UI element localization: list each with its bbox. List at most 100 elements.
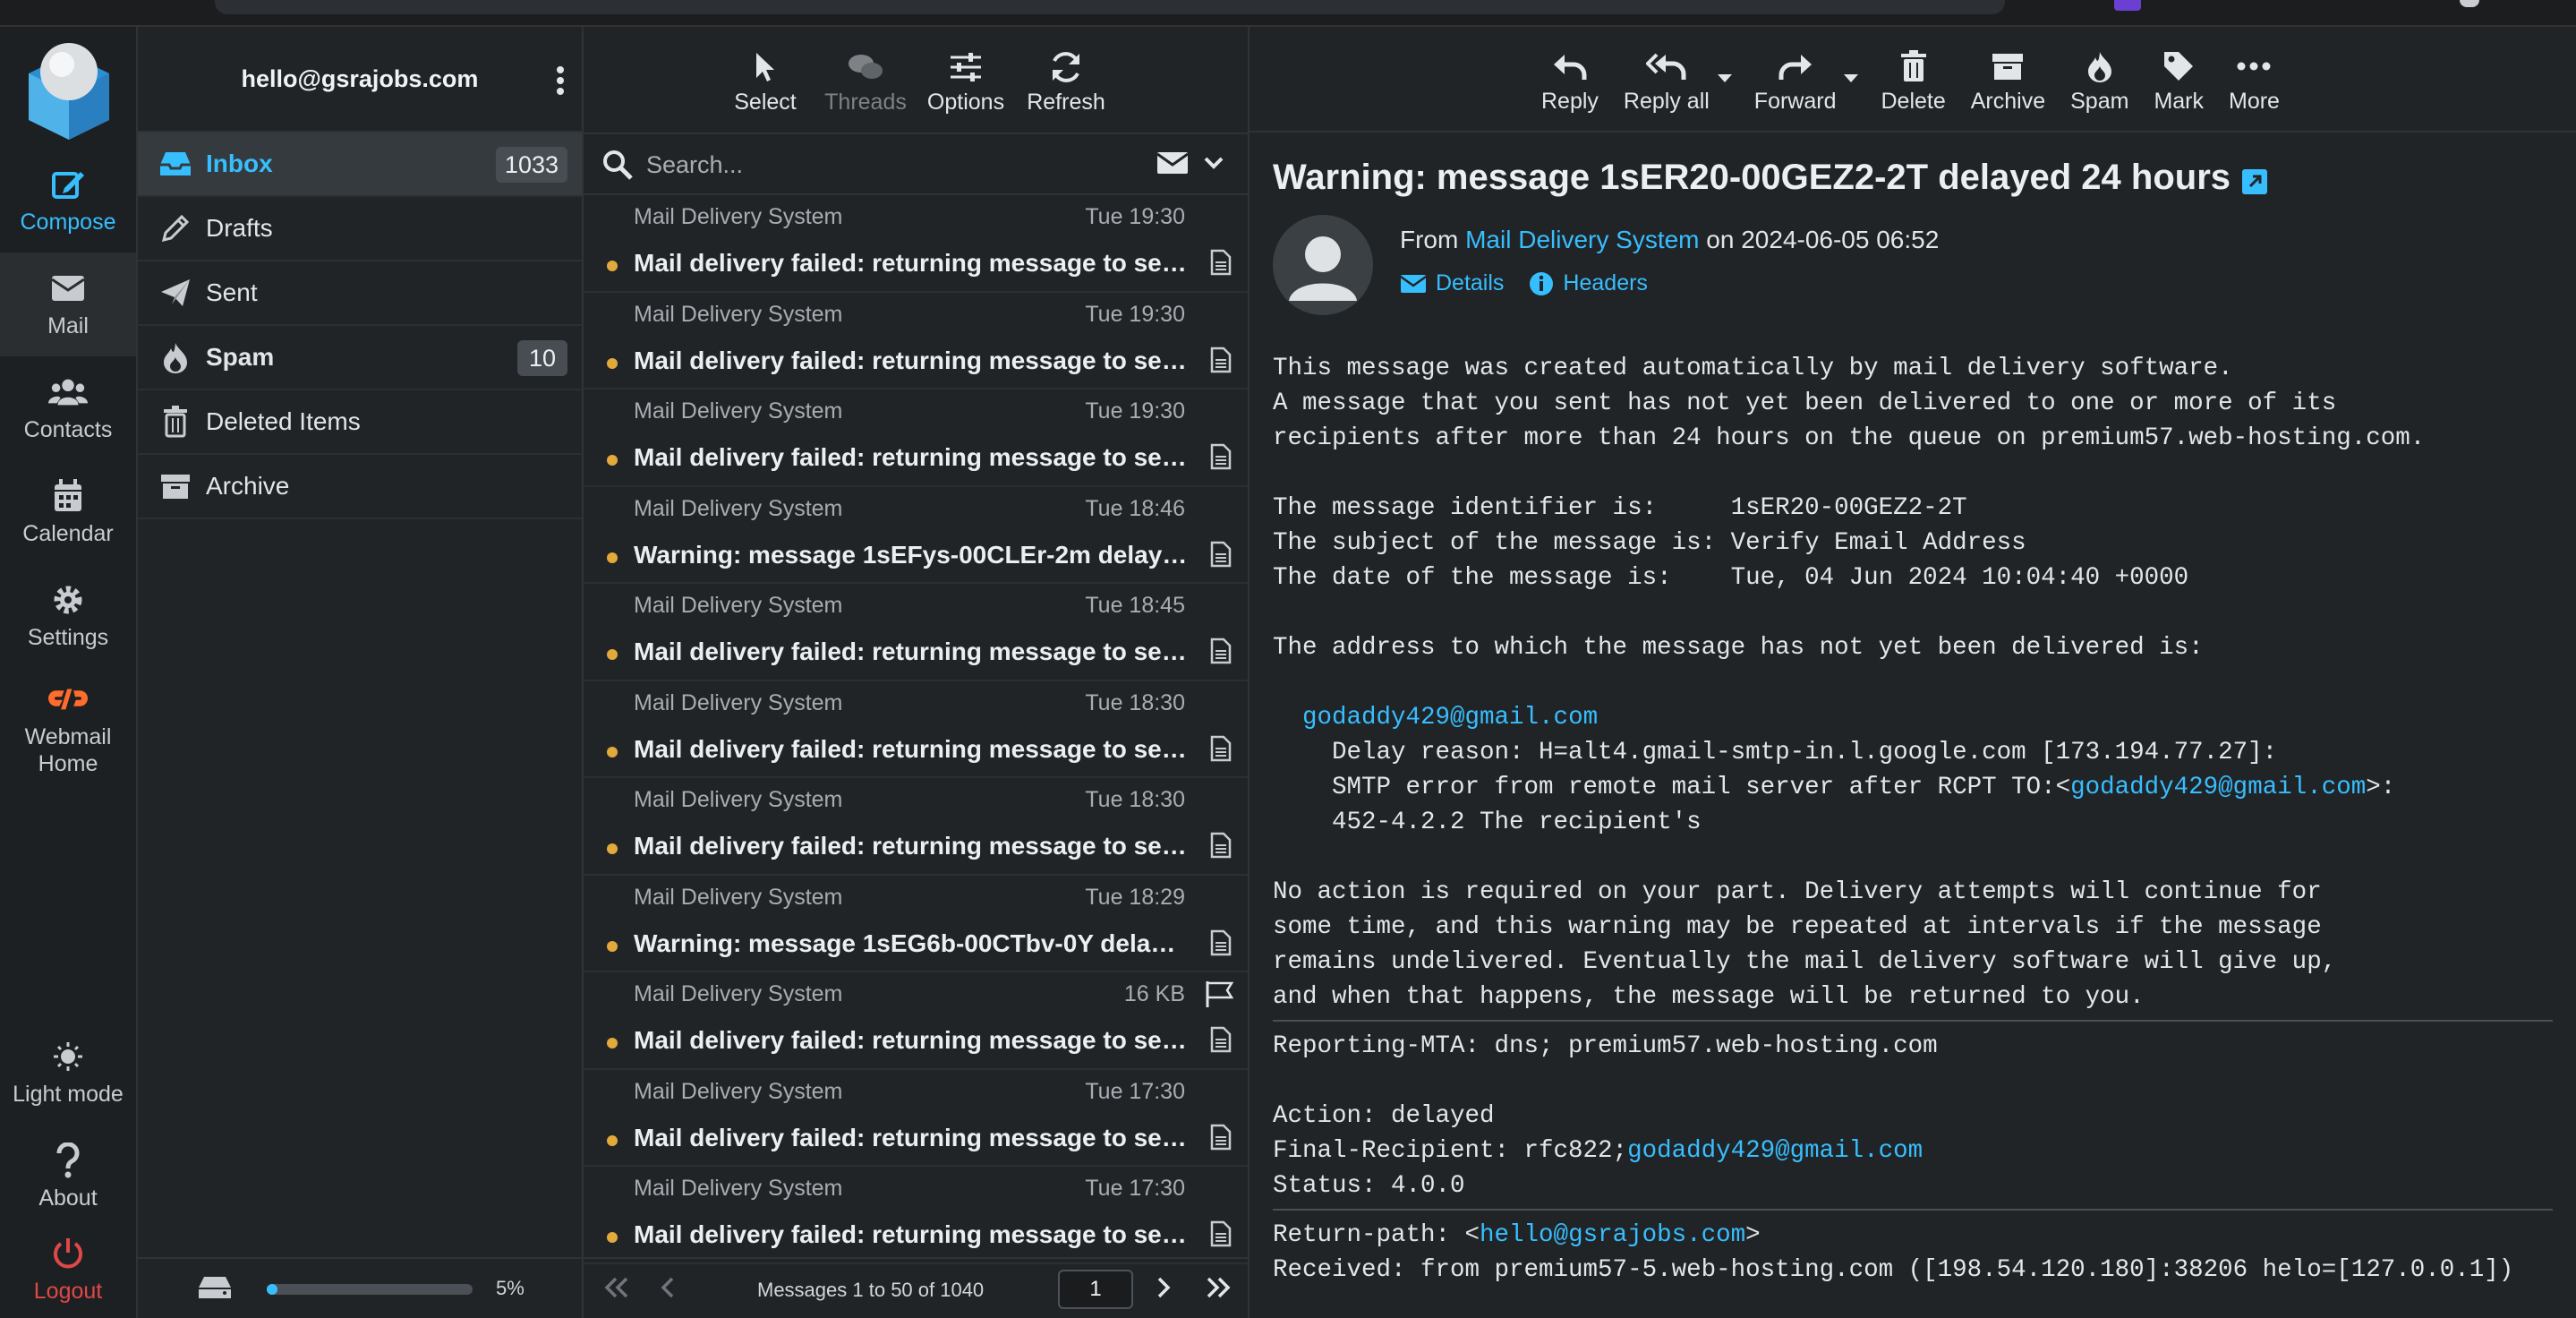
- spam-button[interactable]: Spam: [2058, 44, 2141, 115]
- roundcube-logo[interactable]: [21, 34, 116, 141]
- message-reading-pane: Reply Reply all Forward Delete Archive S…: [1250, 27, 2576, 1318]
- message-date: Tue 18:46: [1085, 495, 1185, 521]
- unread-dot-icon[interactable]: [607, 940, 618, 952]
- folder-deleted-items[interactable]: Deleted Items: [138, 390, 582, 455]
- message-list-item[interactable]: Mail Delivery System 16 KB Mail delivery f…: [584, 972, 1248, 1070]
- contacts-icon: [48, 374, 88, 410]
- settings-button[interactable]: Settings: [0, 564, 136, 668]
- message-list-panel: Select Threads Options Refresh Search...…: [584, 27, 1250, 1318]
- section-divider: [1273, 1209, 2553, 1211]
- unread-dot-icon[interactable]: [607, 1232, 618, 1243]
- message-date: Tue 18:30: [1085, 689, 1185, 715]
- message-list-item[interactable]: Mail Delivery System Tue 19:30 Mail delive…: [584, 389, 1248, 487]
- message-list-item[interactable]: Mail Delivery System Tue 17:30 Mail delive…: [584, 1070, 1248, 1167]
- message-sender: Mail Delivery System: [634, 398, 843, 424]
- list-pagination: Messages 1 to 50 of 1040: [584, 1257, 1248, 1318]
- email-link[interactable]: hello@gsrajobs.com: [1480, 1221, 1745, 1249]
- refresh-button[interactable]: Refresh: [1025, 45, 1107, 116]
- contacts-button[interactable]: Contacts: [0, 356, 136, 460]
- select-button[interactable]: Select: [724, 45, 806, 116]
- select-label: Select: [734, 89, 797, 115]
- forward-dropdown-icon[interactable]: [1843, 73, 1863, 84]
- delete-button[interactable]: Delete: [1868, 44, 1958, 115]
- headers-link[interactable]: Headers: [1529, 270, 1648, 296]
- message-body-line: Status: 4.0.0: [1273, 1172, 1465, 1200]
- list-toolbar: Select Threads Options Refresh: [584, 27, 1248, 133]
- message-list-item[interactable]: Mail Delivery System Tue 18:46 Warning: me…: [584, 487, 1248, 584]
- from-prefix: From: [1400, 226, 1459, 253]
- mail-button[interactable]: Mail: [0, 252, 136, 356]
- archive-icon: [1992, 44, 2024, 89]
- mail-icon: [48, 270, 88, 306]
- archive-button[interactable]: Archive: [1958, 44, 2058, 115]
- search-input[interactable]: [646, 147, 1112, 183]
- sender-name-link[interactable]: Mail Delivery System: [1465, 226, 1699, 253]
- unread-dot-icon[interactable]: [607, 261, 618, 271]
- message-list-item[interactable]: Mail Delivery System Tue 19:30 Mail delive…: [584, 195, 1248, 293]
- unread-dot-icon[interactable]: [607, 1134, 618, 1146]
- more-button[interactable]: More: [2216, 44, 2292, 115]
- message-subject: Mail delivery failed: returning message …: [634, 1123, 1189, 1151]
- message-subject: Mail delivery failed: returning message …: [634, 1026, 1189, 1054]
- open-in-new-window-icon[interactable]: [2241, 168, 2268, 200]
- unread-dot-icon[interactable]: [607, 746, 618, 757]
- unread-dot-icon[interactable]: [607, 843, 618, 854]
- folder-sent[interactable]: Sent: [138, 261, 582, 326]
- message-list-item[interactable]: Mail Delivery System Tue 17:30 Mail delive…: [584, 1167, 1248, 1264]
- last-page-icon[interactable]: [1205, 1275, 1233, 1305]
- first-page-icon[interactable]: [601, 1275, 630, 1305]
- email-link[interactable]: godaddy429@gmail.com: [1302, 704, 1598, 732]
- mail-label: Mail: [47, 312, 89, 338]
- message-subject: Mail delivery failed: returning message …: [634, 832, 1189, 860]
- unread-dot-icon[interactable]: [607, 455, 618, 466]
- email-link[interactable]: godaddy429@gmail.com: [2070, 774, 2366, 801]
- envelope-icon[interactable]: [1156, 150, 1189, 180]
- next-page-icon[interactable]: [1155, 1275, 1173, 1305]
- message-list-item[interactable]: Mail Delivery System Tue 18:45 Mail delive…: [584, 584, 1248, 681]
- from-line: From Mail Delivery System on 2024-06-05 …: [1400, 226, 1939, 254]
- message-sender: Mail Delivery System: [634, 1078, 843, 1104]
- chevron-down-icon[interactable]: [1203, 152, 1224, 178]
- compose-button[interactable]: Compose: [0, 149, 136, 252]
- light-mode-button[interactable]: Light mode: [0, 1021, 136, 1125]
- unread-dot-icon[interactable]: [607, 1038, 618, 1048]
- reply-all-button[interactable]: Reply all: [1611, 44, 1722, 115]
- unread-dot-icon[interactable]: [607, 357, 618, 369]
- previous-page-icon[interactable]: [659, 1275, 677, 1305]
- options-button[interactable]: Options: [925, 45, 1007, 116]
- headers-label: Headers: [1563, 270, 1648, 295]
- message-sender: Mail Delivery System: [634, 495, 843, 521]
- message-body-line: and when that happens, the message will …: [1273, 983, 2145, 1011]
- message-list-item[interactable]: Mail Delivery System Tue 18:29 Warning: me…: [584, 876, 1248, 972]
- more-icon: [2237, 44, 2271, 89]
- reply-all-dropdown-icon[interactable]: [1717, 73, 1736, 84]
- about-button[interactable]: About: [0, 1125, 136, 1228]
- reply-button[interactable]: Reply: [1529, 44, 1611, 115]
- folder-inbox[interactable]: Inbox 1033: [138, 133, 582, 197]
- calendar-button[interactable]: Calendar: [0, 460, 136, 564]
- page-number-input[interactable]: [1058, 1270, 1133, 1309]
- forward-button[interactable]: Forward: [1742, 44, 1849, 115]
- threads-button[interactable]: Threads: [824, 45, 907, 116]
- folder-archive[interactable]: Archive: [138, 455, 582, 519]
- reply-all-label: Reply all: [1623, 88, 1710, 114]
- calendar-label: Calendar: [22, 520, 114, 546]
- unread-dot-icon[interactable]: [607, 552, 618, 563]
- profile-avatar: [2460, 0, 2479, 7]
- search-icon[interactable]: [601, 149, 634, 185]
- message-list-item[interactable]: Mail Delivery System Tue 18:30 Mail delive…: [584, 681, 1248, 778]
- folder-drafts[interactable]: Drafts: [138, 197, 582, 261]
- power-icon: [48, 1236, 88, 1271]
- details-link[interactable]: Details: [1400, 270, 1504, 296]
- message-list-item[interactable]: Mail Delivery System Tue 19:30 Mail delive…: [584, 293, 1248, 389]
- message-sender: Mail Delivery System: [634, 884, 843, 910]
- mark-button[interactable]: Mark: [2141, 44, 2216, 115]
- logout-button[interactable]: Logout: [0, 1218, 136, 1318]
- message-list-item[interactable]: Mail Delivery System Tue 18:30 Mail delive…: [584, 778, 1248, 876]
- folder-options-icon[interactable]: [555, 63, 566, 98]
- flag-icon[interactable]: [1205, 980, 1235, 1013]
- webmail-home-button[interactable]: Webmail Home: [0, 668, 136, 790]
- email-link[interactable]: godaddy429@gmail.com: [1627, 1137, 1923, 1165]
- unread-dot-icon[interactable]: [607, 649, 618, 660]
- folder-spam[interactable]: Spam 10: [138, 326, 582, 390]
